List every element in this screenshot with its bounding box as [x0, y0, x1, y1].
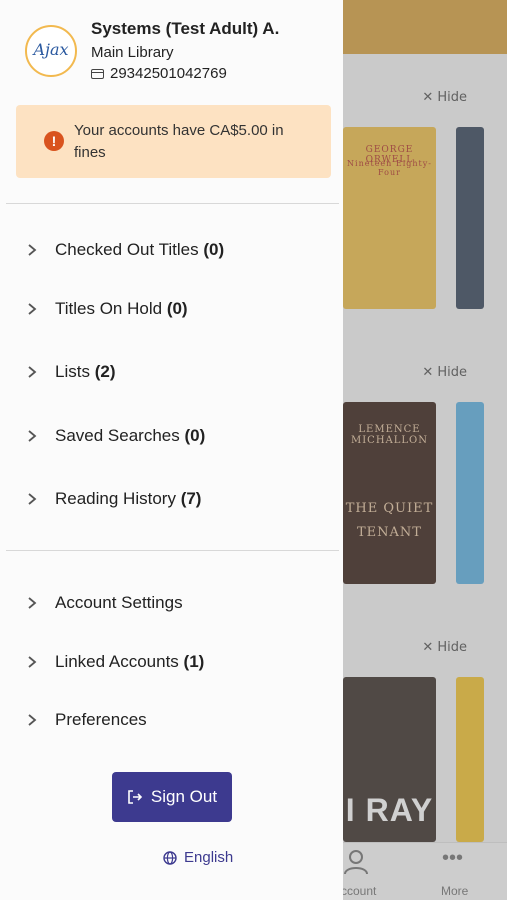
chevron-right-icon: [28, 244, 37, 256]
library-card: 29342501042769: [91, 65, 227, 82]
menu-item-linked-accounts[interactable]: Linked Accounts (1): [0, 642, 343, 682]
card-number: 29342501042769: [110, 65, 227, 82]
menu-label: Account Settings: [55, 593, 183, 613]
chevron-right-icon: [28, 493, 37, 505]
menu-label: Checked Out Titles (0): [55, 240, 224, 260]
menu-count: (7): [180, 489, 202, 508]
menu-label: Lists (2): [55, 362, 115, 382]
menu-label-text: Reading History: [55, 489, 176, 508]
menu-count: (0): [166, 299, 188, 318]
menu-item-preferences[interactable]: Preferences: [0, 700, 343, 740]
fines-alert[interactable]: ! Your accounts have CA$5.00 in fines: [16, 105, 331, 178]
home-library: Main Library: [91, 44, 174, 61]
menu-label: Linked Accounts (1): [55, 652, 204, 672]
chevron-right-icon: [28, 303, 37, 315]
menu-label-text: Titles On Hold: [55, 299, 163, 318]
menu-label-text: Preferences: [55, 710, 147, 729]
menu-item-saved-searches[interactable]: Saved Searches (0): [0, 416, 343, 456]
sign-out-label: Sign Out: [150, 787, 218, 806]
menu-label-text: Linked Accounts: [55, 652, 179, 671]
menu-label-text: Lists: [55, 362, 90, 381]
chevron-right-icon: [28, 656, 37, 668]
menu-item-checked-out[interactable]: Checked Out Titles (0): [0, 230, 343, 270]
logo-text: Ajax: [33, 40, 69, 59]
alert-icon: !: [44, 131, 64, 151]
card-icon: [91, 68, 104, 79]
account-drawer: Ajax Systems (Test Adult) A. Main Librar…: [0, 0, 343, 900]
menu-count: (0): [184, 426, 206, 445]
chevron-right-icon: [28, 366, 37, 378]
sign-out-icon: [128, 790, 143, 804]
divider: [6, 550, 339, 551]
menu-item-lists[interactable]: Lists (2): [0, 352, 343, 392]
user-name: Systems (Test Adult) A.: [91, 19, 280, 38]
menu-label: Preferences: [55, 710, 147, 730]
sign-out-button[interactable]: Sign Out: [112, 772, 232, 822]
menu-label: Reading History (7): [55, 489, 201, 509]
menu-count: (2): [94, 362, 116, 381]
language-selector[interactable]: English: [163, 849, 233, 866]
fines-message: Your accounts have CA$5.00 in fines: [74, 122, 284, 161]
menu-label-text: Checked Out Titles: [55, 240, 199, 259]
language-label: English: [184, 849, 234, 866]
library-logo: Ajax: [25, 25, 77, 77]
chevron-right-icon: [28, 597, 37, 609]
globe-icon: [163, 850, 177, 865]
menu-count: (1): [183, 652, 205, 671]
chevron-right-icon: [28, 714, 37, 726]
menu-label-text: Account Settings: [55, 593, 183, 612]
menu-label: Titles On Hold (0): [55, 299, 188, 319]
chevron-right-icon: [28, 430, 37, 442]
menu-count: (0): [203, 240, 225, 259]
moon-icon[interactable]: [108, 848, 126, 866]
menu-item-account-settings[interactable]: Account Settings: [0, 583, 343, 623]
divider: [6, 203, 339, 204]
menu-item-reading-history[interactable]: Reading History (7): [0, 479, 343, 519]
menu-label-text: Saved Searches: [55, 426, 180, 445]
menu-label: Saved Searches (0): [55, 426, 205, 446]
menu-item-holds[interactable]: Titles On Hold (0): [0, 289, 343, 329]
